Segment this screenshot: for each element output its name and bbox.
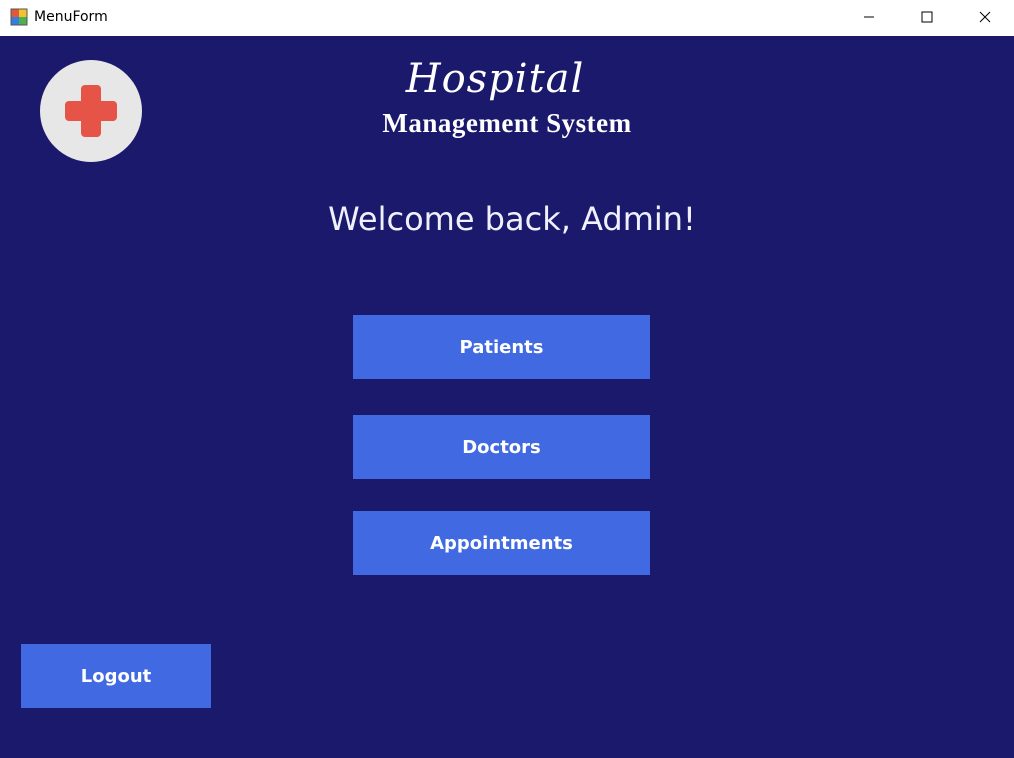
window-title: MenuForm (34, 9, 108, 25)
logout-button[interactable]: Logout (21, 644, 211, 708)
app-subtitle: Management System (382, 108, 632, 138)
maximize-icon (921, 11, 933, 23)
close-icon (979, 11, 991, 23)
menu-form-body: Hospital Management System Welcome back,… (0, 36, 1014, 758)
welcome-message: Welcome back, Admin! (328, 200, 696, 238)
medical-cross-icon (65, 85, 117, 137)
doctors-button[interactable]: Doctors (353, 415, 650, 479)
window-titlebar: MenuForm (0, 0, 1014, 36)
app-title: Hospital (405, 56, 585, 102)
app-icon (10, 8, 28, 26)
close-button[interactable] (956, 0, 1014, 34)
appointments-button[interactable]: Appointments (353, 511, 650, 575)
maximize-button[interactable] (898, 0, 956, 34)
minimize-button[interactable] (840, 0, 898, 34)
minimize-icon (864, 16, 874, 18)
hospital-logo (40, 60, 142, 162)
patients-button[interactable]: Patients (353, 315, 650, 379)
